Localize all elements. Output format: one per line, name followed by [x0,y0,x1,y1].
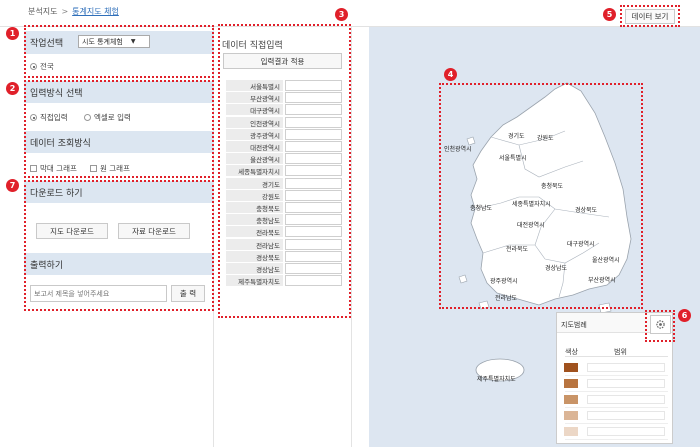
legend-range-cell [587,427,665,436]
callout-7: 7 [6,179,19,192]
callout-5: 5 [603,8,616,21]
annotation-box-4 [439,83,643,309]
callout-1: 1 [6,27,19,40]
callout-6: 6 [678,309,691,322]
map-label-jeju: 제주특별자치도 [477,376,516,383]
annotation-box-2 [24,80,214,178]
annotation-box-7 [24,180,214,311]
breadcrumb: 분석지도 > 통계지도 체험 [28,6,119,17]
legend-range-cell [587,411,665,420]
legend-color-swatch [564,363,578,372]
legend-range-cell [587,379,665,388]
legend-color-swatch [564,427,578,436]
breadcrumb-root[interactable]: 분석지도 [28,7,57,16]
legend-color-swatch [564,379,578,388]
legend-range-cell [587,395,665,404]
legend-color-swatch [564,411,578,420]
legend-range-cell [587,363,665,372]
callout-4: 4 [444,68,457,81]
annotation-box-1 [24,25,214,78]
legend-color-swatch [564,395,578,404]
breadcrumb-current[interactable]: 통계지도 체험 [72,7,119,16]
callout-3: 3 [335,8,348,21]
annotation-box-3 [218,24,351,318]
legend-col-color: 색상 [565,348,578,356]
annotation-box-6 [645,310,675,342]
legend-col-range: 범위 [614,348,627,356]
callout-2: 2 [6,82,19,95]
breadcrumb-separator: > [61,7,69,16]
annotation-box-5 [620,5,680,27]
legend-title: 지도범례 [561,321,587,329]
